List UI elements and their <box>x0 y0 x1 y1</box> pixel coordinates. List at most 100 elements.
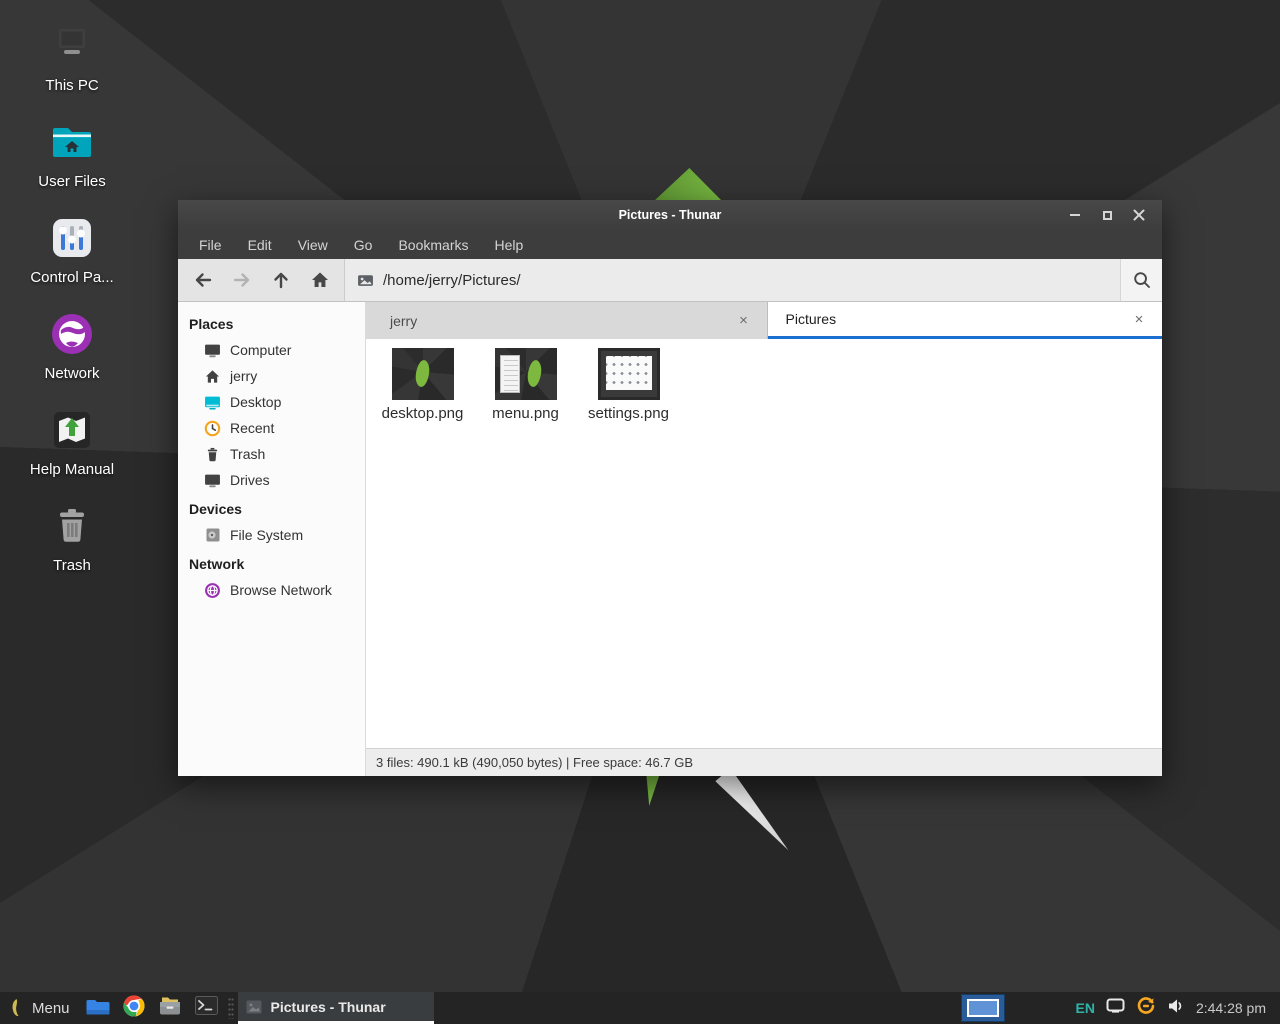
content-pane: jerry × Pictures × desktop.png menu.png <box>366 302 1162 776</box>
file-manager-launcher[interactable] <box>86 996 110 1021</box>
sidebar-item-jerry[interactable]: jerry <box>178 363 365 389</box>
status-text: 3 files: 490.1 kB (490,050 bytes) | Free… <box>376 755 693 770</box>
tab-label: jerry <box>390 313 417 329</box>
sidebar-item-label: Trash <box>230 446 265 462</box>
home-icon <box>310 270 330 290</box>
sidebar-item-label: Browse Network <box>230 582 332 598</box>
sidebar-item-label: Computer <box>230 342 291 358</box>
desktop-icon-label: Control Pa... <box>30 269 113 286</box>
trash-icon <box>48 502 96 550</box>
sidebar-item-label: Desktop <box>230 394 281 410</box>
terminal-launcher[interactable] <box>195 996 218 1020</box>
desktop-icon-label: User Files <box>38 173 106 190</box>
up-icon <box>271 270 291 290</box>
mint-logo-leaf-sliver <box>642 776 660 806</box>
volume-icon <box>1167 998 1185 1014</box>
display-tray-item[interactable] <box>1106 998 1125 1018</box>
drives-icon <box>204 472 221 489</box>
desktop-icon-label: This PC <box>45 77 98 94</box>
close-icon <box>1133 209 1145 221</box>
sidebar-item-drives[interactable]: Drives <box>178 467 365 493</box>
menu-button[interactable]: Menu <box>0 992 80 1024</box>
archive-icon <box>158 996 182 1016</box>
file-name: menu.png <box>492 405 559 422</box>
thumbnail-settings-grid <box>606 356 652 390</box>
sidebar-item-recent[interactable]: Recent <box>178 415 365 441</box>
desktop-icon-this-pc[interactable]: This PC <box>14 22 130 94</box>
menu-help[interactable]: Help <box>482 232 537 258</box>
window-controls <box>1066 206 1162 224</box>
tab-bar: jerry × Pictures × <box>366 302 1162 339</box>
file-list[interactable]: desktop.png menu.png settings.png <box>366 339 1162 748</box>
sidebar-item-computer[interactable]: Computer <box>178 337 365 363</box>
search-button[interactable] <box>1120 259 1162 301</box>
home-icon <box>204 368 221 385</box>
home-button[interactable] <box>303 263 336 297</box>
address-bar[interactable]: /home/jerry/Pictures/ <box>344 259 1120 301</box>
file-desktop-png[interactable]: desktop.png <box>371 348 474 422</box>
close-button[interactable] <box>1130 206 1148 224</box>
tab-close-button[interactable]: × <box>735 312 753 330</box>
file-system-icon <box>204 527 221 544</box>
back-button[interactable] <box>186 263 219 297</box>
update-manager-tray-item[interactable] <box>1136 996 1156 1021</box>
desktop-monitor-icon <box>204 394 221 411</box>
image-location-icon <box>357 272 374 289</box>
sidebar-header-places: Places <box>178 308 365 337</box>
menu-file[interactable]: File <box>186 232 235 258</box>
desktop-icon-label: Help Manual <box>30 461 114 478</box>
file-menu-png[interactable]: menu.png <box>474 348 577 422</box>
menu-view[interactable]: View <box>285 232 341 258</box>
volume-tray-item[interactable] <box>1167 998 1185 1019</box>
mint-logo-leaf-tip <box>654 168 722 201</box>
menu-edit[interactable]: Edit <box>235 232 285 258</box>
desktop-icon-column: This PC User Files Control Pa... Network… <box>14 22 130 574</box>
mint-logo-icon <box>8 998 24 1018</box>
minimize-button[interactable] <box>1066 206 1084 224</box>
desktop-icon-help-manual[interactable]: Help Manual <box>14 406 130 478</box>
user-files-icon <box>48 118 96 166</box>
tab-pictures[interactable]: Pictures × <box>768 302 1163 339</box>
sidebar-item-trash[interactable]: Trash <box>178 441 365 467</box>
menu-go[interactable]: Go <box>341 232 386 258</box>
menu-bookmarks[interactable]: Bookmarks <box>385 232 481 258</box>
system-tray: EN 2:44:28 pm <box>1057 996 1280 1021</box>
sidebar-header-devices: Devices <box>178 493 365 522</box>
desktop-icon-user-files[interactable]: User Files <box>14 118 130 190</box>
window-main: Places Computer jerry Desktop Recent Tra… <box>178 302 1162 776</box>
mint-logo-white-swoosh <box>715 768 795 857</box>
chrome-launcher[interactable] <box>123 995 145 1022</box>
file-settings-png[interactable]: settings.png <box>577 348 680 422</box>
thumbnail-menu-panel <box>500 355 520 393</box>
menu-button-label: Menu <box>32 1000 70 1017</box>
file-name: desktop.png <box>382 405 464 422</box>
file-name: settings.png <box>588 405 669 422</box>
desktop-icon-trash[interactable]: Trash <box>14 502 130 574</box>
sidebar-item-file-system[interactable]: File System <box>178 522 365 548</box>
window-titlebar[interactable]: Pictures - Thunar <box>178 200 1162 230</box>
desktop-png-thumbnail <box>392 348 454 400</box>
back-icon <box>193 270 213 290</box>
desktop-icon-control-panel[interactable]: Control Pa... <box>14 214 130 286</box>
keyboard-layout-indicator[interactable]: EN <box>1075 1000 1094 1016</box>
workspace-switcher[interactable] <box>961 994 1005 1022</box>
toolbar: /home/jerry/Pictures/ <box>178 259 1162 302</box>
tab-jerry[interactable]: jerry × <box>366 302 768 339</box>
archive-launcher[interactable] <box>158 996 182 1021</box>
up-button[interactable] <box>264 263 297 297</box>
sidebar-item-browse-network[interactable]: Browse Network <box>178 577 365 603</box>
sidebar-item-label: Recent <box>230 420 274 436</box>
sidebar-item-label: jerry <box>230 368 257 384</box>
desktop-icon-network[interactable]: Network <box>14 310 130 382</box>
forward-button[interactable] <box>225 263 258 297</box>
taskbar-clock[interactable]: 2:44:28 pm <box>1196 1000 1270 1016</box>
menubar: File Edit View Go Bookmarks Help <box>178 230 1162 259</box>
search-icon <box>1132 270 1152 290</box>
maximize-button[interactable] <box>1098 206 1116 224</box>
sidebar-item-desktop[interactable]: Desktop <box>178 389 365 415</box>
task-button-thunar[interactable]: Pictures - Thunar <box>238 992 434 1024</box>
sidebar-header-network: Network <box>178 548 365 577</box>
chrome-icon <box>123 995 145 1017</box>
taskbar-separator-handle[interactable] <box>228 997 234 1019</box>
tab-close-button[interactable]: × <box>1130 310 1148 328</box>
